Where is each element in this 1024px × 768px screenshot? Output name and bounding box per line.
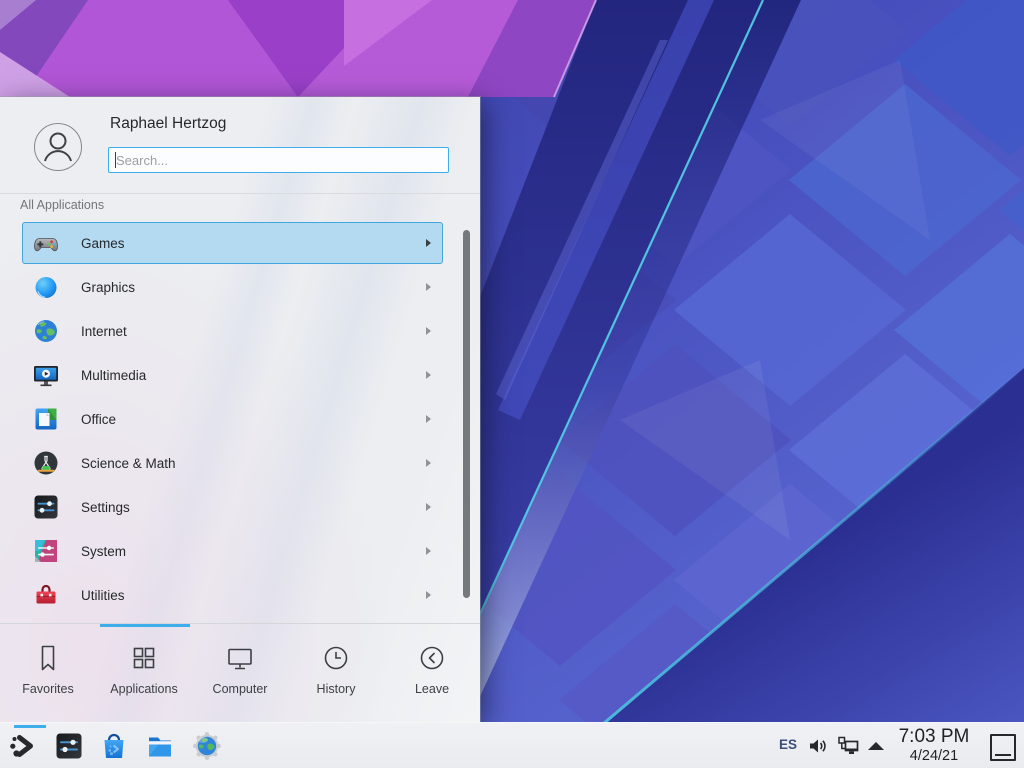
tab-leave[interactable]: Leave	[384, 624, 480, 722]
submenu-arrow-icon	[426, 283, 431, 291]
text-cursor	[115, 152, 116, 168]
category-row-office[interactable]: Office	[22, 398, 443, 440]
user-name: Raphael Hertzog	[110, 115, 226, 133]
show-desktop-button[interactable]	[990, 734, 1016, 761]
category-row-settings[interactable]: Settings	[22, 486, 443, 528]
scrollbar[interactable]	[463, 230, 470, 598]
tab-history[interactable]: History	[288, 624, 384, 722]
clock-icon	[321, 643, 351, 673]
folder-icon	[145, 731, 175, 761]
kde-launcher-icon	[8, 731, 38, 761]
tab-applications[interactable]: Applications	[96, 624, 192, 722]
active-task-indicator	[14, 725, 46, 728]
category-label: Office	[81, 412, 426, 427]
desktop: Raphael Hertzog All Applications	[0, 0, 1024, 768]
tab-computer[interactable]: Computer	[192, 624, 288, 722]
system-settings-icon	[54, 731, 84, 761]
clock-time: 7:03 PM	[889, 726, 979, 748]
category-label: Graphics	[81, 280, 426, 295]
category-label: Settings	[81, 500, 426, 515]
search-input[interactable]	[108, 147, 449, 173]
globe-gear-icon	[192, 731, 222, 761]
category-label: Games	[81, 236, 426, 251]
utilities-icon	[32, 581, 60, 609]
category-row-multimedia[interactable]: Multimedia	[22, 354, 443, 396]
category-label: Utilities	[81, 588, 426, 603]
clock-date: 4/24/21	[889, 748, 979, 764]
section-label: All Applications	[20, 198, 104, 212]
settings-icon	[32, 493, 60, 521]
submenu-arrow-icon	[426, 415, 431, 423]
search-field[interactable]	[109, 148, 448, 172]
discover-icon	[99, 731, 129, 761]
category-row-science[interactable]: Science & Math	[22, 442, 443, 484]
launcher-tab-strip: Favorites Applications Computer History	[0, 624, 480, 722]
category-label: Multimedia	[81, 368, 426, 383]
leave-icon	[417, 643, 447, 673]
science-icon	[32, 449, 60, 477]
volume-icon[interactable]	[806, 734, 830, 758]
games-icon	[32, 229, 60, 257]
graphics-icon	[32, 273, 60, 301]
submenu-arrow-icon	[426, 503, 431, 511]
submenu-arrow-icon	[426, 591, 431, 599]
category-label: System	[81, 544, 426, 559]
category-row-internet[interactable]: Internet	[22, 310, 443, 352]
submenu-arrow-icon	[426, 327, 431, 335]
dolphin-file-manager-button[interactable]	[143, 726, 177, 766]
expand-tray-icon[interactable]	[868, 742, 884, 750]
app-launcher-button[interactable]	[6, 726, 40, 766]
category-row-graphics[interactable]: Graphics	[22, 266, 443, 308]
category-label: Science & Math	[81, 456, 426, 471]
discover-button[interactable]	[97, 726, 131, 766]
user-avatar[interactable]	[34, 123, 82, 171]
submenu-arrow-icon	[426, 459, 431, 467]
category-label: Internet	[81, 324, 426, 339]
network-icon[interactable]	[836, 734, 860, 758]
submenu-arrow-icon	[426, 371, 431, 379]
tab-favorites[interactable]: Favorites	[0, 624, 96, 722]
internet-icon	[32, 317, 60, 345]
bookmark-icon	[33, 643, 63, 673]
category-row-system[interactable]: System	[22, 530, 443, 572]
show-desktop-line	[995, 754, 1011, 756]
office-icon	[32, 405, 60, 433]
launcher-header: Raphael Hertzog	[0, 97, 480, 194]
submenu-arrow-icon	[426, 239, 431, 247]
taskbar-panel: ES 7:03 PM 4/24/21	[0, 722, 1024, 768]
category-list: Games Graphics	[22, 222, 443, 623]
multimedia-icon	[32, 361, 60, 389]
grid-icon	[129, 643, 159, 673]
application-launcher-menu: Raphael Hertzog All Applications	[0, 97, 480, 722]
konqueror-browser-button[interactable]	[190, 726, 224, 766]
system-settings-button[interactable]	[52, 726, 86, 766]
monitor-icon	[225, 643, 255, 673]
submenu-arrow-icon	[426, 547, 431, 555]
keyboard-layout-indicator[interactable]: ES	[779, 737, 797, 752]
digital-clock[interactable]: 7:03 PM 4/24/21	[889, 726, 979, 764]
category-row-games[interactable]: Games	[22, 222, 443, 264]
system-icon	[32, 537, 60, 565]
category-row-utilities[interactable]: Utilities	[22, 574, 443, 616]
